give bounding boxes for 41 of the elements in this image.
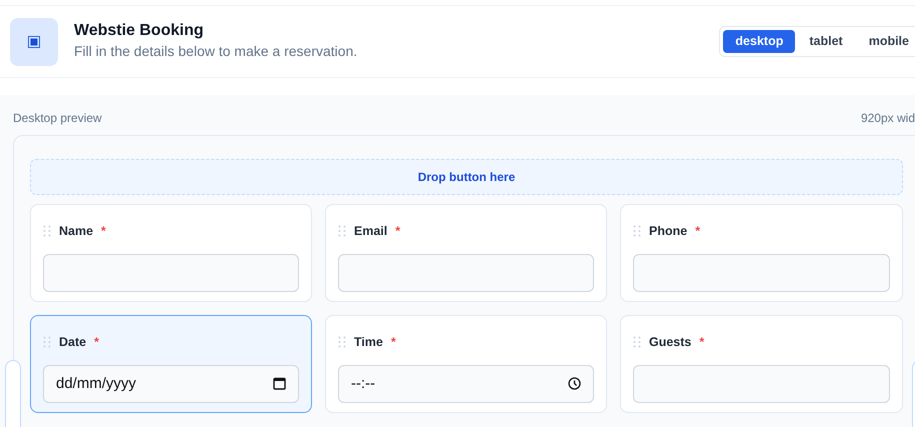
drop-zone[interactable]: Drop button here [30, 159, 903, 195]
required-asterisk: * [101, 223, 106, 240]
required-asterisk: * [390, 334, 396, 351]
field-label: Phone [649, 223, 688, 240]
field-card[interactable]: Time * --:-- [325, 315, 607, 413]
required-asterisk: * [695, 223, 700, 240]
field-label: Guests [649, 334, 692, 351]
field-label: Time [354, 334, 383, 351]
calendar-icon[interactable] [273, 377, 286, 390]
field-card[interactable]: Name * [30, 204, 312, 302]
field-card[interactable]: Phone * [620, 204, 903, 302]
field-card[interactable]: Guests * [620, 315, 903, 413]
width-note: 920px wid [860, 110, 915, 127]
required-asterisk: * [395, 223, 400, 240]
page-subtitle: Fill in the details below to make a reservation. [74, 42, 358, 61]
input-field[interactable]: --:-- [338, 364, 594, 403]
drag-handle-icon[interactable] [43, 336, 51, 348]
square-icon [28, 36, 40, 48]
drag-handle-icon[interactable] [338, 336, 346, 348]
required-asterisk: * [94, 334, 99, 351]
input-field[interactable] [633, 254, 890, 292]
drag-handle-icon[interactable] [338, 225, 346, 238]
field-card[interactable]: Date * dd/mm/yyyy [30, 315, 312, 413]
field-card[interactable]: Email * [325, 204, 607, 302]
input-field[interactable] [43, 254, 299, 292]
device-tab[interactable]: tablet [797, 30, 855, 53]
page-title: Webstie Booking [74, 21, 204, 41]
drag-handle-icon[interactable] [633, 225, 641, 238]
field-label: Date [59, 334, 86, 351]
clock-icon[interactable] [568, 377, 581, 390]
input-field[interactable]: dd/mm/yyyy [43, 364, 299, 403]
required-asterisk: * [699, 334, 704, 351]
device-tab[interactable]: mobile [856, 30, 915, 53]
drag-handle-icon[interactable] [633, 336, 641, 348]
input-field[interactable] [338, 254, 594, 292]
field-label: Name [59, 223, 94, 240]
device-tab[interactable]: desktop [723, 30, 796, 53]
drag-handle-icon[interactable] [43, 225, 51, 238]
field-label: Email [354, 223, 388, 240]
input-field[interactable] [633, 364, 890, 403]
preview-label: Desktop preview [13, 110, 102, 127]
